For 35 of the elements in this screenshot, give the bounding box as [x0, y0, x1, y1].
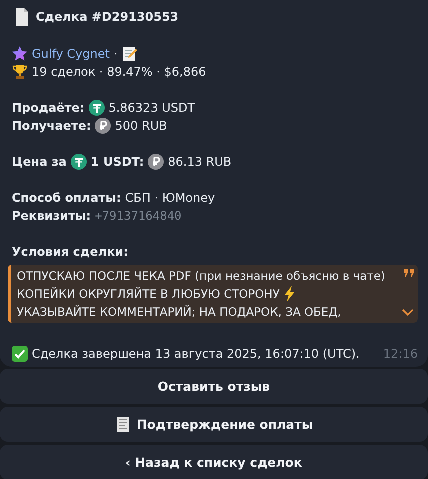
chevron-down-icon[interactable]	[402, 309, 414, 317]
amount-label: Получаете:	[12, 118, 92, 135]
star-icon	[12, 46, 28, 62]
payment-label: Способ оплаты:	[12, 190, 122, 207]
check-icon	[12, 346, 28, 362]
separator: ·	[114, 46, 118, 63]
terms-line: УКАЗЫВАЙТЕ КОММЕНТАРИЙ; НА ПОДАРОК, ЗА ОБЕД,	[17, 304, 342, 321]
terms-line: КОПЕЙКИ ОКРУГЛЯЙТЕ В ЛЮБУЮ СТОРОНУ	[17, 286, 280, 303]
seller-stats: 19 сделок · 89.47% · $6,866	[32, 64, 206, 81]
inline-button[interactable]: ‹ Назад к списку сделок	[0, 445, 428, 479]
price-unit: 1 USDT:	[90, 154, 144, 171]
message-time: 12:16	[383, 346, 418, 363]
amount-label: Продаёте:	[12, 100, 85, 117]
phone-number: +79137164840	[95, 208, 182, 225]
quote-icon	[404, 269, 414, 277]
tether-coin-icon	[88, 100, 105, 116]
status-text: Сделка завершена 13 августа 2025, 16:07:10 (UTC).	[32, 346, 360, 363]
deal-title: Сделка #D29130553	[36, 9, 179, 26]
payment-methods: СБП · ЮMoney	[125, 190, 216, 207]
inline-button[interactable]: Оставить отзыв	[0, 369, 428, 404]
memo-icon	[122, 46, 138, 62]
seller-name-link[interactable]: Gulfy Cygnet	[32, 45, 110, 63]
receipt-icon	[114, 416, 131, 432]
amount-value: 5.86323 USDT	[108, 100, 196, 117]
amount-value: 500 RUB	[115, 118, 168, 135]
ruble-coin-icon	[95, 118, 112, 134]
ruble-coin-icon	[148, 154, 164, 170]
price-label: Цена за	[12, 154, 67, 171]
terms-heading: Условия сделки:	[12, 244, 128, 261]
tether-coin-icon	[70, 154, 87, 170]
terms-line: ОТПУСКАЮ ПОСЛЕ ЧЕКА PDF (при незнание объясню в чате)	[17, 268, 386, 285]
price-value: 86.13 RUB	[168, 154, 232, 171]
trophy-icon	[12, 64, 28, 80]
details-label: Реквизиты:	[12, 208, 92, 225]
inline-button[interactable]: Подтверждение оплаты	[0, 407, 428, 442]
